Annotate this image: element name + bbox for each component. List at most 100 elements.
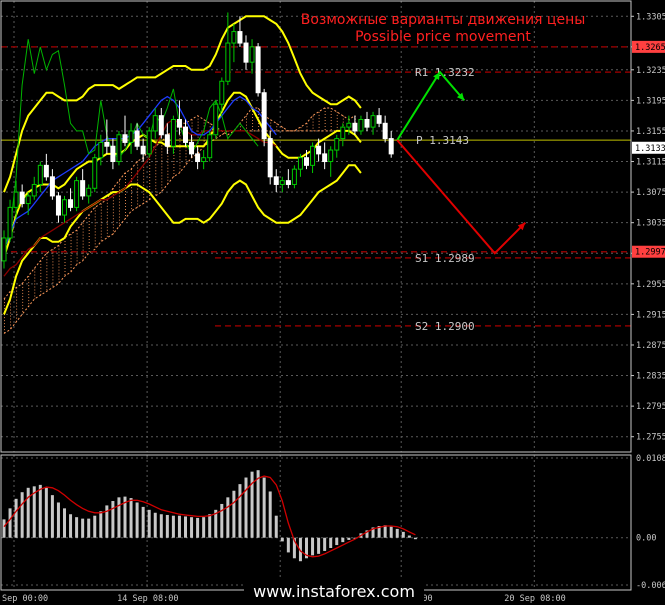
macd-bar — [26, 487, 30, 538]
chart-title-en: Possible price movement — [355, 29, 531, 45]
candle-body — [370, 115, 376, 128]
candle-body — [176, 118, 182, 128]
macd-bar — [153, 512, 157, 538]
y-tick-label: 1.2955 — [636, 280, 665, 290]
candle-body — [80, 180, 86, 197]
candle-body — [225, 42, 231, 82]
y-tick-label: 1.3235 — [636, 66, 665, 76]
candle-body — [237, 31, 243, 44]
candle-body — [128, 130, 134, 143]
candle-body — [37, 164, 43, 185]
candle-body — [297, 157, 303, 170]
macd-bar — [99, 511, 103, 538]
macd-bar — [407, 535, 411, 538]
level-label-s1: S1 1.2989 — [415, 252, 475, 265]
level-label-p: P 1.3143 — [416, 134, 469, 147]
macd-bar — [177, 515, 181, 538]
candle-body — [86, 187, 92, 197]
candle-body — [382, 122, 388, 140]
macd-bar — [262, 477, 266, 538]
macd-bar — [56, 502, 60, 538]
macd-bar — [69, 514, 73, 538]
macd-bar — [226, 497, 230, 538]
candle-body — [249, 46, 255, 63]
candle-body — [98, 141, 104, 159]
candle-body — [213, 103, 219, 136]
macd-bar — [141, 506, 145, 538]
candle-body — [31, 183, 37, 197]
candle-body — [346, 122, 352, 128]
macd-bar — [341, 537, 345, 543]
candle-body — [158, 115, 164, 136]
candle-body — [304, 157, 309, 166]
candle-body — [1, 237, 7, 262]
candle-body — [92, 157, 98, 189]
x-tick-label: 20 Sep 08:00 — [504, 594, 565, 604]
candle-body — [49, 176, 55, 197]
y-tick-label: 1.3035 — [636, 219, 665, 229]
macd-bar — [93, 515, 97, 538]
current-price-label: 1.3133 — [635, 144, 665, 154]
y-tick-label: 1.3305 — [636, 12, 665, 22]
level-label-s2: S2 1.2900 — [415, 320, 475, 333]
candle-body — [170, 118, 176, 147]
candle-body — [195, 153, 201, 163]
y-tick-label: 1.3155 — [636, 127, 665, 137]
macd-bar — [111, 501, 115, 538]
macd-bar — [220, 503, 224, 538]
y-tick-label: 1.2795 — [636, 402, 665, 412]
candle-body — [273, 176, 279, 185]
candle-body — [189, 141, 195, 155]
candle-body — [267, 138, 273, 178]
macd-bar — [256, 470, 260, 538]
macd-bar — [129, 498, 133, 538]
macd-tick-label: -0.00644 — [636, 581, 665, 591]
macd-bar — [202, 517, 206, 538]
level-price-label: 1.3265 — [635, 43, 665, 53]
candle-body — [13, 191, 19, 208]
candle-body — [358, 118, 364, 132]
macd-bar — [8, 508, 12, 538]
candle-body — [316, 145, 322, 155]
macd-bar — [117, 497, 121, 538]
macd-bar — [75, 517, 79, 538]
macd-bar — [274, 515, 278, 538]
x-tick-label: 14 Sep 08:00 — [117, 594, 178, 604]
candle-body — [285, 180, 291, 185]
macd-bar — [232, 490, 236, 538]
macd-bar — [196, 517, 200, 538]
y-tick-label: 1.2915 — [636, 310, 665, 320]
candle-body — [164, 134, 170, 147]
macd-bar — [250, 471, 254, 538]
candle-body — [322, 153, 328, 163]
macd-bar — [401, 531, 405, 538]
candle-body — [364, 118, 370, 128]
y-tick-label: 1.3195 — [636, 96, 665, 106]
candle-body — [122, 134, 128, 143]
candle-body — [19, 191, 25, 205]
candle-body — [207, 134, 213, 159]
macd-bar — [87, 518, 91, 538]
candle-body — [279, 180, 285, 185]
candle-body — [376, 115, 382, 124]
candle-body — [334, 138, 340, 151]
macd-bar — [208, 514, 212, 538]
y-tick-label: 1.2835 — [636, 372, 665, 382]
candle-body — [328, 149, 334, 163]
candle-body — [43, 164, 49, 178]
y-tick-label: 1.3075 — [636, 188, 665, 198]
y-tick-label: 1.2755 — [636, 433, 665, 443]
macd-bar — [165, 514, 169, 538]
macd-bar — [286, 537, 290, 553]
candle-body — [68, 199, 74, 208]
candle-body — [243, 42, 249, 63]
candle-body — [104, 141, 110, 147]
macd-bar — [159, 514, 163, 538]
macd-bar — [147, 509, 151, 538]
candle-body — [219, 80, 225, 105]
macd-bar — [268, 491, 272, 538]
candle-body — [55, 195, 61, 216]
watermark[interactable]: www.instaforex.com — [253, 582, 415, 601]
macd-bar — [413, 537, 417, 540]
candle-body — [261, 92, 267, 140]
